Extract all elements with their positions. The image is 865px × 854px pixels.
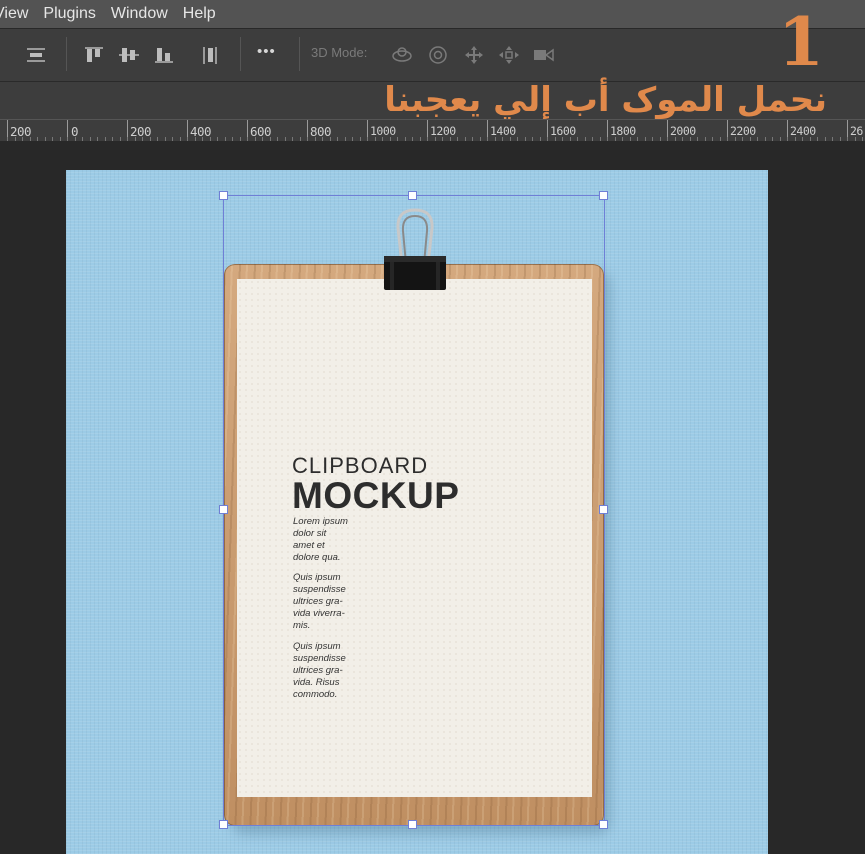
transform-handle-top-center[interactable] <box>408 191 417 200</box>
more-options-icon[interactable]: ••• <box>257 43 276 60</box>
ruler-label: 2000 <box>670 124 696 138</box>
ruler-label: 1600 <box>550 124 576 138</box>
align-vertical-center-icon[interactable] <box>118 45 140 65</box>
pan-3d-icon[interactable] <box>463 45 485 65</box>
distribute-icon[interactable] <box>199 45 221 65</box>
transform-handle-bottom-right[interactable] <box>599 820 608 829</box>
menu-view[interactable]: View <box>0 5 28 23</box>
ruler-label: 600 <box>250 124 272 139</box>
orbit-3d-icon[interactable] <box>391 45 413 65</box>
menu-window[interactable]: Window <box>111 5 168 23</box>
separator <box>66 37 67 71</box>
menu-bar: View Plugins Window Help <box>0 0 865 28</box>
transform-bounding-box[interactable] <box>223 195 605 826</box>
ruler-label: 2400 <box>790 124 816 138</box>
annotation-number: 1 <box>778 3 824 81</box>
options-bar: ••• 3D Mode: <box>0 29 865 82</box>
transform-handle-bottom-center[interactable] <box>408 820 417 829</box>
ruler-label: 1800 <box>610 124 636 138</box>
ruler-label: 1000 <box>370 124 396 138</box>
separator <box>240 37 241 71</box>
ruler-label: 400 <box>190 124 212 139</box>
transform-handle-top-left[interactable] <box>219 191 228 200</box>
3d-mode-label: 3D Mode: <box>311 45 368 60</box>
align-bottom-icon[interactable] <box>153 45 175 65</box>
annotation-text: نحمل الموک أب إلي يعجبنا <box>384 80 827 120</box>
ruler-label: 200 <box>130 124 152 139</box>
ruler-label: 800 <box>310 124 332 139</box>
camera-3d-icon[interactable] <box>533 45 555 65</box>
menu-help[interactable]: Help <box>183 5 216 23</box>
ruler-label: 1200 <box>430 124 456 138</box>
align-top-icon[interactable] <box>83 45 105 65</box>
transform-handle-middle-left[interactable] <box>219 505 228 514</box>
ruler-label: 200 <box>10 124 32 139</box>
transform-handle-top-right[interactable] <box>599 191 608 200</box>
menu-plugins[interactable]: Plugins <box>43 5 95 23</box>
align-horizontal-icon[interactable] <box>25 45 47 65</box>
roll-3d-icon[interactable] <box>427 45 449 65</box>
transform-handle-middle-right[interactable] <box>599 505 608 514</box>
separator <box>299 37 300 71</box>
ruler-label: 26 <box>850 124 863 138</box>
transform-handle-bottom-left[interactable] <box>219 820 228 829</box>
ruler-label: 2200 <box>730 124 756 138</box>
slide-3d-icon[interactable] <box>498 45 520 65</box>
ruler-label: 1400 <box>490 124 516 138</box>
horizontal-ruler[interactable]: 200 0 200 400 600 800 1000 1200 1400 160… <box>0 119 865 142</box>
